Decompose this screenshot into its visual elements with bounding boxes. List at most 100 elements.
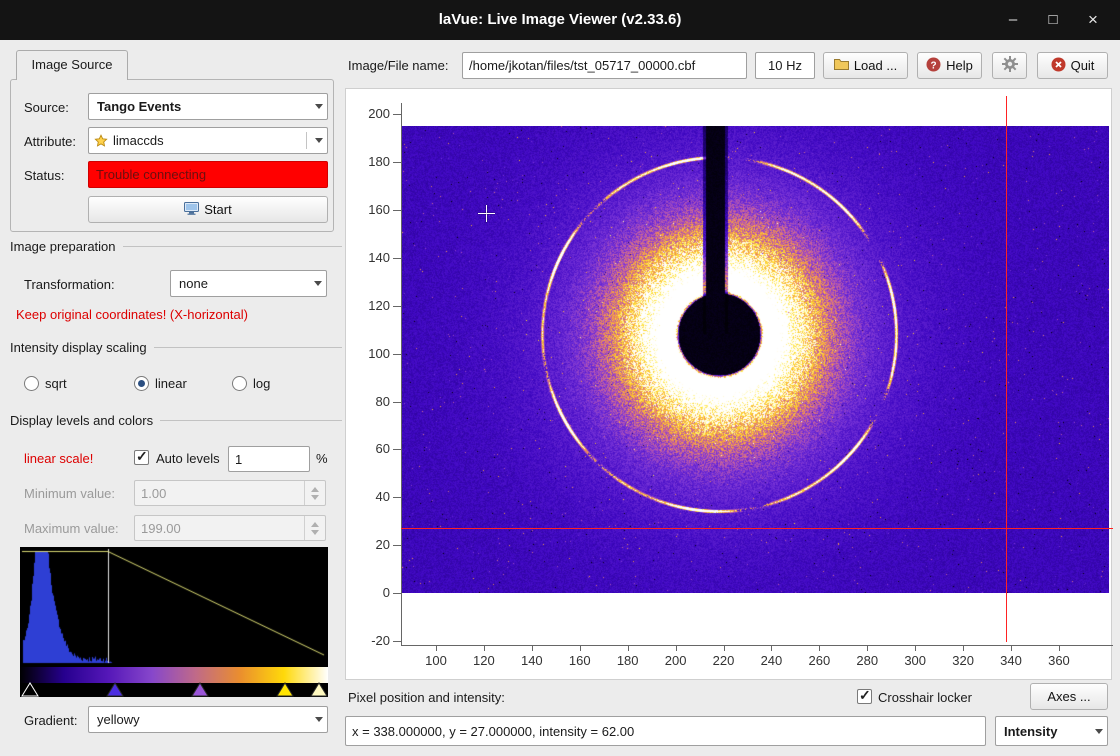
x-tick-label: 360 bbox=[1037, 653, 1081, 669]
x-tick-label: 280 bbox=[845, 653, 889, 669]
monitor-icon bbox=[184, 202, 199, 218]
help-icon: ? bbox=[926, 57, 941, 75]
tab-image-source[interactable]: Image Source bbox=[16, 50, 128, 80]
maximize-button[interactable]: □ bbox=[1040, 7, 1066, 33]
y-tick-label: 20 bbox=[346, 537, 390, 553]
quit-icon bbox=[1051, 57, 1066, 75]
x-tick-label: 300 bbox=[893, 653, 937, 669]
status-field: Trouble connecting bbox=[88, 161, 328, 188]
load-button-label: Load ... bbox=[854, 58, 897, 73]
auto-levels-checkbox[interactable] bbox=[134, 450, 149, 465]
minimize-button[interactable]: – bbox=[1000, 7, 1026, 33]
settings-button[interactable] bbox=[992, 52, 1027, 79]
folder-icon bbox=[834, 58, 849, 73]
load-button[interactable]: Load ... bbox=[823, 52, 908, 79]
crosshair-vertical[interactable] bbox=[1006, 96, 1007, 642]
y-tick-label: 80 bbox=[346, 394, 390, 410]
gear-icon bbox=[1002, 56, 1018, 75]
attribute-value: limaccds bbox=[113, 133, 300, 148]
x-tick-label: 140 bbox=[510, 653, 554, 669]
start-button-label: Start bbox=[204, 202, 231, 217]
histogram-widget[interactable] bbox=[20, 547, 328, 697]
y-tick-label: 140 bbox=[346, 250, 390, 266]
x-tick-label: 160 bbox=[558, 653, 602, 669]
mouse-crosshair-cursor bbox=[478, 205, 495, 222]
axes-button[interactable]: Axes ... bbox=[1030, 683, 1108, 710]
chevron-down-icon bbox=[314, 281, 322, 286]
x-tick-label: 240 bbox=[749, 653, 793, 669]
source-combo[interactable]: Tango Events bbox=[88, 93, 328, 120]
y-tick-label: 160 bbox=[346, 202, 390, 218]
display-mode-value: Intensity bbox=[1004, 724, 1091, 739]
y-tick-label: 180 bbox=[346, 154, 390, 170]
status-label: Status: bbox=[24, 168, 64, 184]
coordinates-note: Keep original coordinates! (X-horizontal… bbox=[16, 307, 248, 323]
histogram-canvas[interactable] bbox=[20, 547, 328, 665]
gradient-value: yellowy bbox=[97, 712, 311, 727]
transformation-combo[interactable]: none bbox=[170, 270, 327, 297]
y-tick-label: 200 bbox=[346, 106, 390, 122]
gradient-combo[interactable]: yellowy bbox=[88, 706, 328, 733]
pixel-position-input[interactable]: x = 338.000000, y = 27.000000, intensity… bbox=[345, 716, 986, 746]
y-tick-label: 120 bbox=[346, 298, 390, 314]
minimum-value-input[interactable]: 1.00 bbox=[134, 480, 326, 506]
y-tick-label: 40 bbox=[346, 489, 390, 505]
chevron-down-icon bbox=[315, 138, 323, 143]
scale-note: linear scale! bbox=[24, 451, 93, 467]
refresh-rate-field[interactable]: 10 Hz bbox=[755, 52, 815, 79]
minimum-value-label: Minimum value: bbox=[24, 486, 115, 502]
scaling-radio-row: sqrt linear log bbox=[0, 375, 344, 393]
help-button[interactable]: ? Help bbox=[917, 52, 982, 79]
start-button[interactable]: Start bbox=[88, 196, 328, 223]
diffraction-image-canvas[interactable] bbox=[402, 126, 1109, 593]
axes-button-label: Axes ... bbox=[1047, 689, 1090, 704]
y-tick-label: 100 bbox=[346, 346, 390, 362]
radio-log[interactable]: log bbox=[232, 375, 270, 391]
x-tick-label: 320 bbox=[941, 653, 985, 669]
spinner-arrows-icon[interactable] bbox=[304, 516, 319, 540]
star-icon bbox=[94, 134, 108, 148]
maximum-value-input[interactable]: 199.00 bbox=[134, 515, 326, 541]
file-name-label: Image/File name: bbox=[348, 58, 448, 74]
x-tick-label: 340 bbox=[989, 653, 1033, 669]
x-tick-label: 180 bbox=[606, 653, 650, 669]
chevron-down-icon bbox=[315, 104, 323, 109]
maximum-value-label: Maximum value: bbox=[24, 521, 119, 537]
display-mode-combo[interactable]: Intensity bbox=[995, 716, 1108, 746]
x-tick-label: 220 bbox=[702, 653, 746, 669]
intensity-scaling-header: Intensity display scaling bbox=[10, 340, 342, 355]
auto-levels-input[interactable]: 1 bbox=[228, 446, 310, 472]
file-name-input[interactable]: /home/jkotan/files/tst_05717_00000.cbf bbox=[462, 52, 747, 79]
attribute-label: Attribute: bbox=[24, 134, 76, 150]
x-tick-label: 200 bbox=[654, 653, 698, 669]
image-preparation-header: Image preparation bbox=[10, 239, 342, 254]
crosshair-locker-checkbox[interactable] bbox=[857, 689, 872, 704]
close-button[interactable]: × bbox=[1080, 7, 1106, 33]
attribute-combo[interactable]: limaccds bbox=[88, 127, 328, 154]
crosshair-locker-label: Crosshair locker bbox=[878, 690, 972, 706]
chevron-down-icon bbox=[1095, 729, 1103, 734]
x-tick-label: 260 bbox=[797, 653, 841, 669]
radio-sqrt[interactable]: sqrt bbox=[24, 375, 67, 391]
x-tick-label: 100 bbox=[414, 653, 458, 669]
radio-linear[interactable]: linear bbox=[134, 375, 187, 391]
pixel-position-label: Pixel position and intensity: bbox=[348, 690, 505, 706]
gradient-markers[interactable] bbox=[20, 681, 328, 697]
source-value: Tango Events bbox=[97, 99, 311, 114]
x-axis-line bbox=[401, 645, 1113, 646]
quit-button-label: Quit bbox=[1071, 58, 1095, 73]
display-levels-header: Display levels and colors bbox=[10, 413, 342, 428]
y-tick-label: 0 bbox=[346, 585, 390, 601]
percent-label: % bbox=[316, 451, 328, 467]
crosshair-horizontal[interactable] bbox=[401, 528, 1113, 529]
gradient-label: Gradient: bbox=[24, 713, 77, 729]
window-title: laVue: Live Image Viewer (v2.33.6) bbox=[0, 0, 1120, 40]
spinner-arrows-icon[interactable] bbox=[304, 481, 319, 505]
y-tick-label: 60 bbox=[346, 441, 390, 457]
transformation-value: none bbox=[179, 276, 310, 291]
quit-button[interactable]: Quit bbox=[1037, 52, 1108, 79]
y-tick-label: -20 bbox=[346, 633, 390, 649]
chevron-down-icon bbox=[315, 717, 323, 722]
plot-area[interactable]: 200180160140120100806040200-201001201401… bbox=[345, 88, 1112, 680]
x-tick-label: 120 bbox=[462, 653, 506, 669]
